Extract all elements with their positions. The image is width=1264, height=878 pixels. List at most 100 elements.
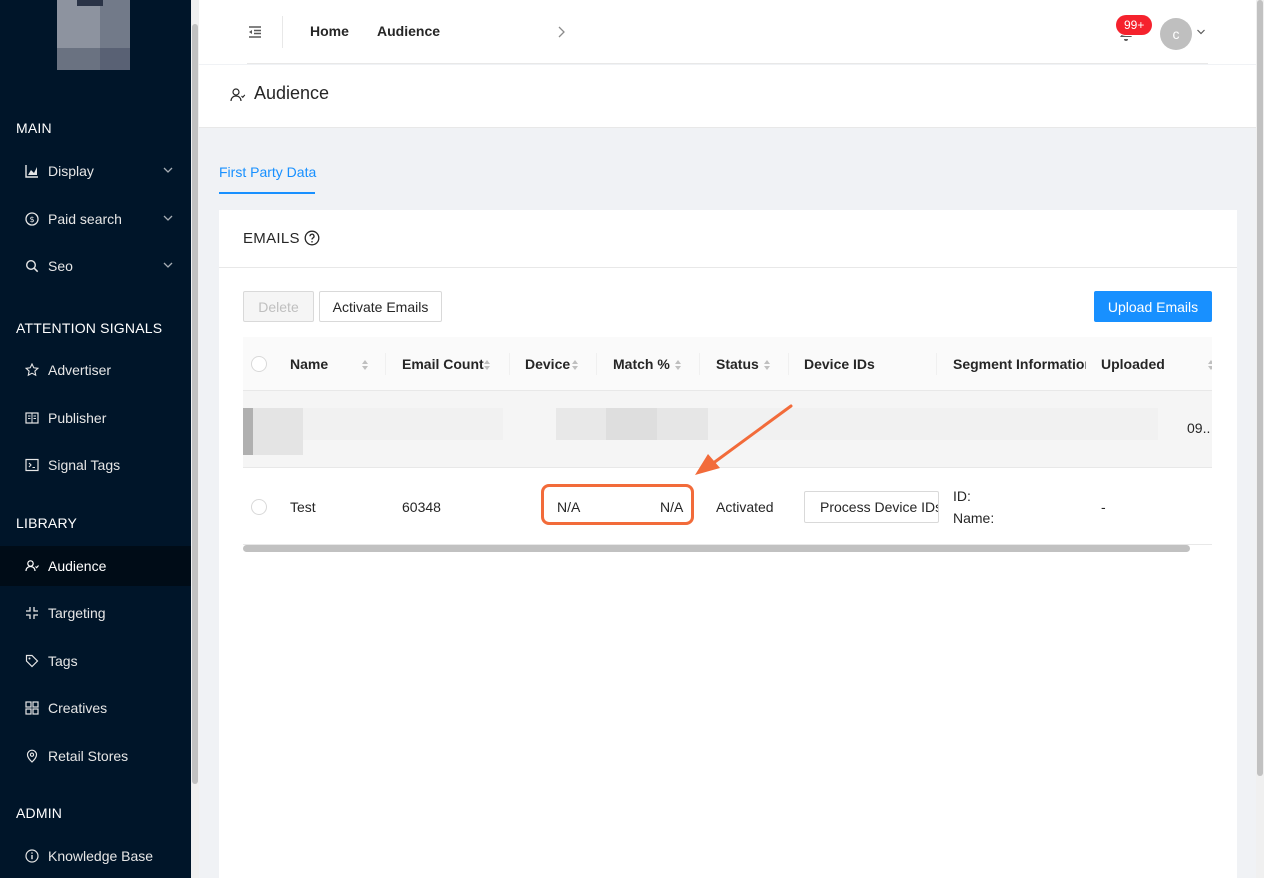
tab-active-indicator — [219, 192, 315, 194]
select-all-radio[interactable] — [251, 356, 267, 372]
top-header: Home Audience 99+ c — [199, 0, 1256, 64]
column-divider — [385, 353, 386, 375]
column-divider — [936, 353, 937, 375]
sidebar: MAIN Display $ Paid search Seo ATTENTION… — [0, 0, 191, 878]
menu-fold-icon[interactable] — [247, 24, 263, 40]
tag-icon — [24, 653, 40, 669]
column-header-match[interactable]: Match % — [613, 356, 670, 372]
sidebar-item-creatives[interactable]: Creatives — [0, 688, 191, 728]
sort-icon[interactable] — [674, 359, 682, 371]
chevron-down-icon[interactable] — [1196, 27, 1206, 37]
header-divider — [282, 16, 283, 48]
sidebar-scrollbar[interactable] — [191, 0, 199, 878]
sidebar-item-label: Seo — [48, 258, 73, 274]
notification-badge: 99+ — [1116, 15, 1153, 35]
logo[interactable] — [57, 0, 130, 70]
column-divider — [699, 353, 700, 375]
chevron-down-icon — [163, 262, 173, 268]
card-header: EMAILS — [219, 210, 1237, 268]
scrollbar-thumb[interactable] — [192, 24, 198, 784]
sidebar-item-label: Display — [48, 163, 94, 179]
cell-email-count: 60348 — [402, 499, 441, 515]
column-divider — [788, 353, 789, 375]
grid-icon — [24, 700, 40, 716]
section-admin: ADMIN — [16, 805, 63, 821]
tab-first-party-data[interactable]: First Party Data — [219, 164, 316, 180]
section-library: LIBRARY — [16, 515, 78, 531]
sidebar-item-display[interactable]: Display — [0, 151, 191, 191]
sidebar-item-label: Advertiser — [48, 362, 112, 378]
info-icon — [24, 848, 40, 864]
audience-icon — [230, 88, 246, 102]
sidebar-item-audience[interactable]: Audience — [0, 546, 191, 586]
shrink-icon — [24, 605, 40, 621]
column-divider — [509, 353, 510, 375]
area-chart-icon — [24, 163, 40, 179]
table-row[interactable]: Test 60348 N/A N/A Activated Process Dev… — [243, 469, 1212, 545]
star-icon — [24, 362, 40, 378]
uploaded-cell: 09.. — [1187, 420, 1211, 436]
column-header-email-count[interactable]: Email Count — [402, 356, 484, 372]
redacted-block — [606, 408, 657, 440]
sidebar-item-seo[interactable]: Seo — [0, 246, 191, 286]
column-header-name[interactable]: Name — [290, 356, 328, 372]
sort-icon[interactable] — [361, 359, 369, 371]
sort-icon[interactable] — [483, 359, 491, 371]
table-header: Name Email Count Device Match % Status D… — [243, 337, 1212, 391]
activate-emails-button[interactable]: Activate Emails — [319, 291, 442, 322]
sidebar-item-tags[interactable]: Tags — [0, 641, 191, 681]
sort-icon[interactable] — [571, 359, 579, 371]
sidebar-item-paid-search[interactable]: $ Paid search — [0, 199, 191, 239]
column-header-device-ids: Device IDs — [804, 356, 875, 372]
sidebar-item-retail-stores[interactable]: Retail Stores — [0, 736, 191, 776]
sidebar-item-label: Publisher — [48, 410, 107, 426]
cell-name: Test — [290, 499, 316, 515]
column-header-status[interactable]: Status — [716, 356, 759, 372]
sort-icon[interactable] — [763, 359, 771, 371]
book-icon — [24, 410, 40, 426]
sidebar-item-label: Targeting — [48, 605, 106, 621]
sidebar-item-label: Tags — [48, 653, 78, 669]
sort-icon[interactable] — [1207, 359, 1212, 371]
redacted-block — [243, 408, 253, 455]
breadcrumb-current: Audience — [377, 23, 441, 39]
header-bottom-border — [247, 63, 1208, 64]
cell-segment-name-label: Name: — [953, 510, 995, 526]
column-header-uploaded[interactable]: Uploaded — [1101, 356, 1165, 372]
audience-icon — [24, 558, 40, 574]
section-main: MAIN — [16, 120, 52, 136]
sidebar-item-advertiser[interactable]: Advertiser — [0, 350, 191, 390]
section-attention-signals: ATTENTION SIGNALS — [16, 320, 163, 336]
sidebar-item-label: Retail Stores — [48, 748, 129, 764]
redacted-block — [253, 408, 303, 455]
question-circle-icon[interactable] — [304, 230, 320, 246]
sidebar-item-targeting[interactable]: Targeting — [0, 593, 191, 633]
search-icon — [24, 258, 40, 274]
column-header-device[interactable]: Device — [525, 356, 570, 372]
breadcrumb-home[interactable]: Home — [310, 23, 349, 39]
chevron-down-icon — [163, 215, 173, 221]
scrollbar-thumb[interactable] — [1257, 0, 1263, 776]
upload-emails-button[interactable]: Upload Emails — [1094, 291, 1212, 322]
column-header-segment-information: Segment Information — [953, 356, 1086, 372]
sidebar-item-label: Creatives — [48, 700, 108, 716]
page-title: Audience — [254, 83, 330, 103]
sidebar-item-publisher[interactable]: Publisher — [0, 398, 191, 438]
sidebar-item-label: Audience — [48, 558, 107, 574]
code-icon — [24, 457, 40, 473]
page-title-bar: Audience — [199, 65, 1256, 128]
annotation-highlight-box — [541, 484, 694, 525]
sidebar-item-knowledge-base[interactable]: Knowledge Base — [0, 836, 191, 876]
sidebar-item-label: Signal Tags — [48, 457, 121, 473]
row-select-radio[interactable] — [251, 499, 267, 515]
avatar[interactable]: c — [1160, 18, 1192, 50]
emails-card: EMAILS Delete Activate Emails Upload Ema… — [219, 210, 1237, 878]
dollar-icon: $ — [24, 211, 40, 227]
sidebar-item-signal-tags[interactable]: Signal Tags — [0, 445, 191, 485]
breadcrumb-separator-icon — [558, 26, 565, 38]
process-device-ids-button[interactable]: Process Device IDs — [804, 491, 939, 523]
delete-button[interactable]: Delete — [243, 291, 314, 322]
window-scrollbar[interactable] — [1256, 0, 1264, 878]
table-horizontal-scrollbar[interactable] — [243, 545, 1190, 552]
redacted-block — [556, 408, 606, 440]
